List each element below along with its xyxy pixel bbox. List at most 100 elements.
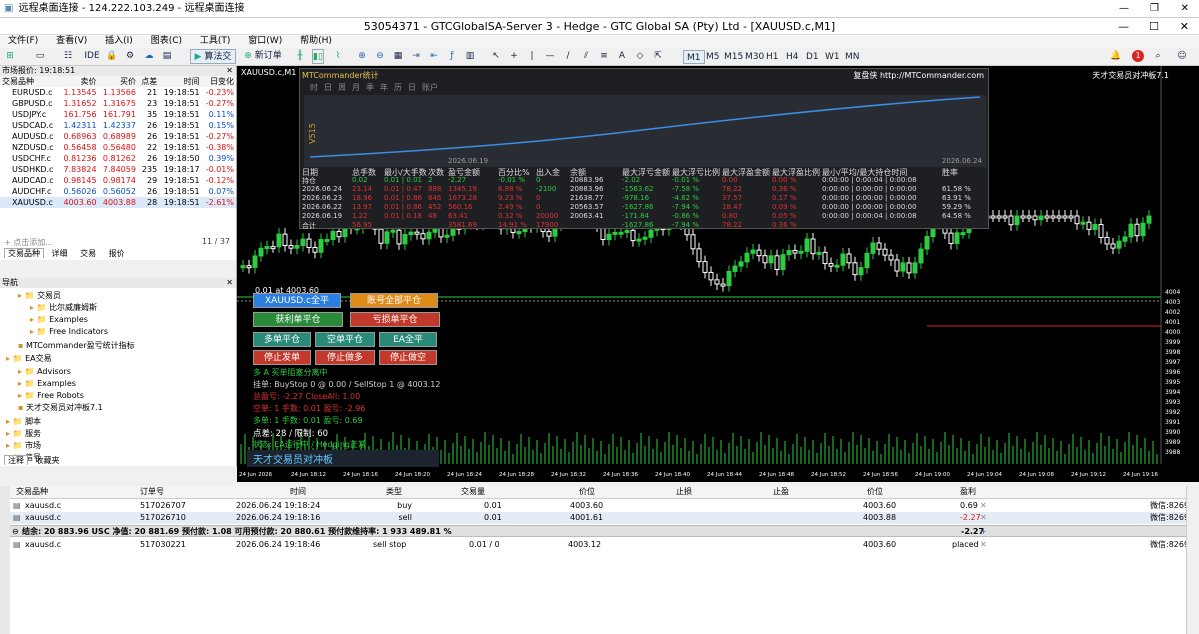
zoom-out-icon[interactable]: ⊖ (374, 49, 386, 64)
period-tab[interactable]: 月 (352, 82, 360, 93)
tab-symbols[interactable]: 交易品种 (4, 248, 44, 258)
navigator-item[interactable]: ▸ 📁 Free Indicators (30, 326, 108, 338)
th-volume[interactable]: 交易量 (461, 486, 485, 498)
shapes-icon[interactable]: ◇ (634, 49, 646, 64)
zoom-in-icon[interactable]: ⊕ (356, 49, 368, 64)
menu-view[interactable]: 查看(V) (48, 35, 94, 48)
menu-window[interactable]: 窗口(W) (240, 35, 289, 48)
maximize-icon[interactable]: ❐ (1150, 0, 1159, 18)
candles-icon[interactable]: ▮▯ (312, 49, 324, 64)
close-icon[interactable]: ✕ (226, 278, 233, 287)
close-icon[interactable]: ✕ (980, 539, 987, 551)
navigator-item[interactable]: ▸ 📁 Advisors (18, 366, 71, 378)
close-icon[interactable]: ✕ (226, 66, 233, 75)
tab-trading[interactable]: 交易 (75, 249, 101, 258)
panel-splitter[interactable] (0, 260, 237, 278)
table-row[interactable]: USDCAD.c 1.42311 1.42337 26 19:18:51 0.15% (0, 120, 236, 131)
shift-icon[interactable]: ⇤ (428, 49, 440, 64)
vline-icon[interactable]: | (526, 49, 538, 64)
table-row[interactable]: AUDCHF.c 0.56026 0.56052 26 19:18:51 0.07% (0, 186, 236, 197)
profiles-icon[interactable]: ▭ (34, 49, 46, 64)
table-row[interactable]: ▤ xauusd.c 517026707 2026.06.24 19:18:24 buy… (10, 500, 1194, 512)
lock-icon[interactable]: 🔒 (106, 49, 118, 64)
col-time[interactable]: 时间 (159, 76, 201, 87)
templates-icon[interactable]: ▥ (464, 49, 476, 64)
panel-button[interactable]: 停止做多 (315, 350, 375, 365)
tf-h1[interactable]: H1 (763, 50, 782, 64)
navigator-item[interactable]: ▸ 📁 市场 (6, 440, 41, 452)
table-row[interactable]: USDHKD.c 7.83824 7.84059 235 19:18:17 -0.01% (0, 164, 236, 175)
autoscroll-icon[interactable]: ⇥ (410, 49, 422, 64)
table-row[interactable]: XAUUSD.c 4003.60 4003.88 28 19:18:51 -2.61% (0, 197, 236, 208)
navigator-item[interactable]: ▸ 📁 Examples (30, 314, 88, 326)
terminal-scrollbar[interactable] (1186, 486, 1199, 634)
user-icon[interactable]: ☺ (1176, 49, 1188, 64)
navigator-item[interactable]: ▸ 📁 脚本 (6, 416, 41, 428)
tf-m5[interactable]: M5 (703, 50, 723, 64)
close-icon[interactable]: ✕ (1181, 0, 1189, 18)
text-icon[interactable]: A (616, 49, 628, 64)
stats-link[interactable]: 复盘侠 http://MTCommander.com (853, 70, 984, 81)
indicators-icon[interactable]: ƒ (446, 49, 458, 64)
fibo-icon[interactable]: ≡ (598, 49, 610, 64)
ide-button[interactable]: IDE (84, 49, 100, 64)
table-row[interactable]: AUDCAD.c 0.98145 0.98174 29 19:18:51 -0.12% (0, 175, 236, 186)
new-order-button[interactable]: ⊕ 新订单 (242, 49, 284, 64)
period-tab[interactable]: 日 (324, 82, 332, 93)
period-tab[interactable]: 季 (366, 82, 374, 93)
hline-icon[interactable]: — (544, 49, 556, 64)
period-tab[interactable]: 历 (394, 82, 402, 93)
th-profit[interactable]: 盈利 (960, 486, 976, 498)
col-bid[interactable]: 卖价 (59, 76, 98, 87)
minimize-icon[interactable]: — (1118, 18, 1129, 35)
period-tab[interactable]: 周 (338, 82, 346, 93)
navigator-item[interactable]: ▸ 📁 交易员 (18, 290, 61, 302)
navigator-item[interactable]: ▪ MTCommander盈亏统计指标 (18, 340, 135, 352)
table-row[interactable]: EURUSD.c 1.13545 1.13566 21 19:18:51 -0.23% (0, 87, 236, 98)
tab-common[interactable]: 注释 (4, 455, 28, 465)
navigator-item[interactable]: ▸ 📁 Free Robots (18, 390, 84, 402)
notification-badge[interactable]: 1 (1132, 50, 1144, 62)
toolbox-side-tab[interactable] (0, 486, 10, 634)
navigator-item[interactable]: ▸ 📁 EA交易 (6, 353, 52, 365)
tf-d1[interactable]: D1 (803, 50, 822, 64)
menu-charts[interactable]: 图表(C) (143, 35, 189, 48)
panel-button[interactable]: 空单平仓 (315, 332, 375, 347)
tf-m1[interactable]: M1 (683, 50, 705, 64)
period-tab[interactable]: 时 (310, 82, 318, 93)
panel-button[interactable]: 账号全部平仓 (350, 293, 438, 308)
add-symbol-link[interactable]: + 点击添加... (4, 237, 53, 248)
menu-insert[interactable]: 插入(I) (97, 35, 140, 48)
maximize-icon[interactable]: ☐ (1149, 18, 1159, 35)
minimize-icon[interactable]: — (1119, 0, 1129, 18)
line-chart-icon[interactable]: ⌇ (332, 49, 344, 64)
navigator-item[interactable]: ▪ 天才交易员对冲板7.1 (18, 402, 103, 414)
tab-favorites[interactable]: 收藏夹 (31, 456, 65, 465)
tab-ticks[interactable]: 报价 (104, 249, 130, 258)
panel-button[interactable]: XAUUSD.c全平 (253, 293, 341, 308)
trendline-icon[interactable]: / (562, 49, 574, 64)
col-change[interactable]: 日变化 (202, 76, 236, 87)
th-time[interactable]: 时间 (290, 486, 306, 498)
panel-button[interactable]: 亏损单平仓 (350, 312, 440, 327)
add-icon[interactable]: + (980, 526, 987, 538)
search-icon[interactable]: ⌕ (1152, 49, 1164, 64)
navigator-item[interactable]: ▸ 📁 比尔威廉姆斯 (30, 302, 97, 314)
tester-icon[interactable]: ⚙ (124, 49, 136, 64)
grid-icon[interactable]: ▦ (392, 49, 404, 64)
market-watch-icon[interactable]: ☷ (62, 49, 74, 64)
tf-h4[interactable]: H4 (783, 50, 802, 64)
col-symbol[interactable]: 交易品种 (0, 76, 59, 87)
table-row[interactable]: USDJPY.c 161.756 161.791 35 19:18:51 0.11% (0, 109, 236, 120)
menu-tools[interactable]: 工具(T) (192, 35, 238, 48)
cloud-icon[interactable]: ☁ (142, 49, 156, 64)
th-tp[interactable]: 止盈 (773, 486, 789, 498)
menu-help[interactable]: 帮助(H) (292, 35, 339, 48)
th-type[interactable]: 类型 (386, 486, 402, 498)
period-tab[interactable]: 账户 (422, 82, 438, 93)
crosshair-icon[interactable]: + (508, 49, 520, 64)
table-row[interactable]: ▤ xauusd.c 517026710 2026.06.24 19:18:16 sel… (10, 512, 1194, 524)
new-chart-icon[interactable]: ⊞ (4, 49, 16, 64)
panel-button[interactable]: 停止发单 (253, 350, 311, 365)
panel-button[interactable]: 停止做空 (379, 350, 437, 365)
